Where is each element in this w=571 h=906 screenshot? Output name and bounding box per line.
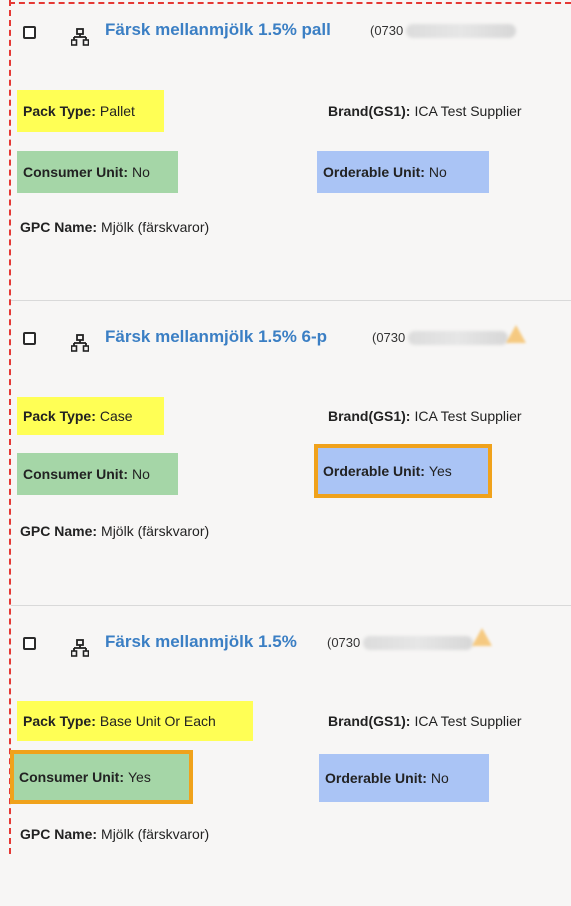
list-item: Färsk mellanmjölk 1.5% 6-p (0730 Pack Ty…	[11, 300, 571, 601]
consumer-unit-value: No	[132, 466, 150, 482]
brand-field: Brand(GS1): ICA Test Supplier	[328, 408, 522, 424]
product-title-link[interactable]: Färsk mellanmjölk 1.5%	[105, 632, 297, 652]
gpc-value: Mjölk (färskvaror)	[101, 826, 210, 842]
consumer-unit-tag: Consumer Unit: No	[17, 151, 178, 193]
gpc-label: GPC Name:	[20, 826, 98, 842]
pack-type-tag: Pack Type: Pallet	[17, 90, 164, 132]
brand-label: Brand(GS1):	[328, 408, 411, 424]
gtin-text: (0730	[372, 330, 406, 345]
consumer-unit-label: Consumer Unit:	[23, 466, 128, 482]
gpc-value: Mjölk (färskvaror)	[101, 523, 210, 539]
redacted-gtin	[363, 636, 473, 650]
pack-type-value: Pallet	[99, 103, 135, 119]
redacted-gtin	[406, 24, 516, 38]
pack-type-label: Pack Type:	[23, 103, 96, 119]
pack-type-value: Base Unit Or Each	[99, 713, 216, 729]
brand-label: Brand(GS1):	[328, 103, 411, 119]
brand-value: ICA Test Supplier	[414, 103, 522, 119]
select-checkbox[interactable]	[23, 26, 36, 39]
list-item: Färsk mellanmjölk 1.5% pall (0730 Pack T…	[11, 4, 571, 304]
warning-icon	[472, 628, 492, 646]
hierarchy-icon[interactable]	[71, 28, 89, 46]
orderable-unit-value: No	[430, 770, 449, 786]
pack-type-tag: Pack Type: Base Unit Or Each	[17, 701, 253, 741]
orderable-unit-value: Yes	[428, 463, 452, 479]
hierarchy-icon[interactable]	[71, 639, 89, 657]
hierarchy-icon[interactable]	[71, 334, 89, 352]
orderable-unit-label: Orderable Unit:	[323, 164, 425, 180]
gpc-label: GPC Name:	[20, 219, 98, 235]
product-title-link[interactable]: Färsk mellanmjölk 1.5% pall	[105, 20, 331, 40]
orderable-unit-value: No	[428, 164, 447, 180]
brand-field: Brand(GS1): ICA Test Supplier	[328, 103, 522, 119]
pack-type-label: Pack Type:	[23, 408, 96, 424]
list-item: Färsk mellanmjölk 1.5% (0730 Pack Type: …	[10, 605, 571, 906]
select-checkbox[interactable]	[23, 637, 36, 650]
consumer-unit-value: Yes	[128, 769, 151, 785]
gpc-field: GPC Name: Mjölk (färskvaror)	[20, 826, 209, 842]
gtin-text: (0730	[327, 635, 361, 650]
consumer-unit-tag: Consumer Unit: Yes	[10, 750, 193, 804]
gpc-field: GPC Name: Mjölk (färskvaror)	[20, 219, 209, 235]
brand-value: ICA Test Supplier	[414, 408, 522, 424]
orderable-unit-tag: Orderable Unit: No	[317, 151, 489, 193]
warning-icon	[506, 325, 526, 343]
orderable-unit-tag: Orderable Unit: Yes	[314, 444, 492, 498]
brand-field: Brand(GS1): ICA Test Supplier	[328, 713, 522, 729]
consumer-unit-tag: Consumer Unit: No	[17, 453, 178, 495]
brand-value: ICA Test Supplier	[414, 713, 522, 729]
gpc-field: GPC Name: Mjölk (färskvaror)	[20, 523, 209, 539]
orderable-unit-tag: Orderable Unit: No	[319, 754, 489, 802]
gpc-value: Mjölk (färskvaror)	[101, 219, 210, 235]
brand-label: Brand(GS1):	[328, 713, 411, 729]
pack-type-label: Pack Type:	[23, 713, 96, 729]
select-checkbox[interactable]	[23, 332, 36, 345]
gpc-label: GPC Name:	[20, 523, 98, 539]
pack-type-value: Case	[99, 408, 133, 424]
pack-type-tag: Pack Type: Case	[17, 397, 164, 435]
orderable-unit-label: Orderable Unit:	[325, 770, 427, 786]
consumer-unit-label: Consumer Unit:	[23, 164, 128, 180]
consumer-unit-label: Consumer Unit:	[19, 769, 124, 785]
product-title-link[interactable]: Färsk mellanmjölk 1.5% 6-p	[105, 327, 327, 347]
orderable-unit-label: Orderable Unit:	[323, 463, 425, 479]
redacted-gtin	[408, 331, 508, 345]
gtin-text: (0730	[370, 23, 404, 38]
consumer-unit-value: No	[132, 164, 150, 180]
